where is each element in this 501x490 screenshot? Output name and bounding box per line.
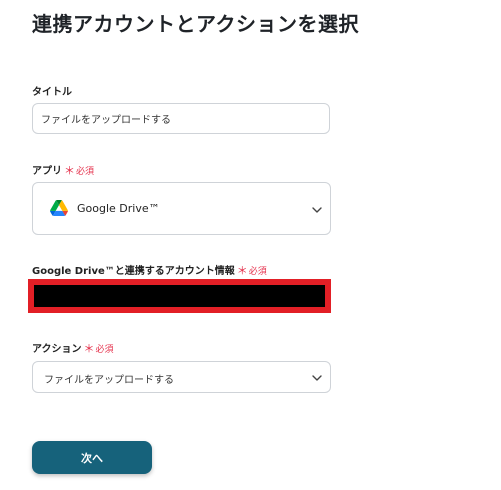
chevron-down-icon xyxy=(312,207,322,213)
required-mark: ＊ xyxy=(236,264,248,277)
required-badge: ＊必須 xyxy=(83,342,114,355)
google-drive-icon xyxy=(50,200,68,216)
app-field-label: アプリ xyxy=(32,166,62,177)
account-field-label-row: Google Drive™と連携するアカウント情報 ＊必須 xyxy=(32,262,267,278)
app-field-label-row: アプリ ＊必須 xyxy=(32,162,94,178)
page: 連携アカウントとアクションを選択 タイトル アプリ＊必須 Google Driv… xyxy=(0,0,501,490)
action-field-label-row: アクション ＊必須 xyxy=(32,340,114,356)
required-text: 必須 xyxy=(76,167,95,177)
action-field-label: アクション xyxy=(32,344,82,355)
required-text: 必須 xyxy=(248,267,267,277)
required-mark: ＊ xyxy=(83,342,95,355)
required-badge: ＊必須 xyxy=(236,264,267,277)
selected-action: ファイルをアップロードする xyxy=(44,375,174,386)
title-input[interactable] xyxy=(32,103,330,134)
required-badge: ＊必須 xyxy=(64,164,95,177)
required-mark: ＊ xyxy=(64,164,75,177)
account-field-label: Google Drive™と連携するアカウント情報 xyxy=(32,266,235,277)
app-select[interactable]: Google Drive™ xyxy=(32,182,331,235)
required-text: 必須 xyxy=(95,345,114,355)
title-field-label: タイトル xyxy=(32,87,72,98)
page-title: 連携アカウントとアクションを選択 xyxy=(32,12,359,36)
selected-app-name: Google Drive™ xyxy=(77,202,160,215)
action-select[interactable]: ファイルをアップロードする xyxy=(32,361,331,393)
redaction-block xyxy=(34,285,325,307)
chevron-down-icon xyxy=(312,375,322,381)
account-select-redacted[interactable] xyxy=(28,279,331,313)
next-button[interactable]: 次へ xyxy=(32,441,152,474)
